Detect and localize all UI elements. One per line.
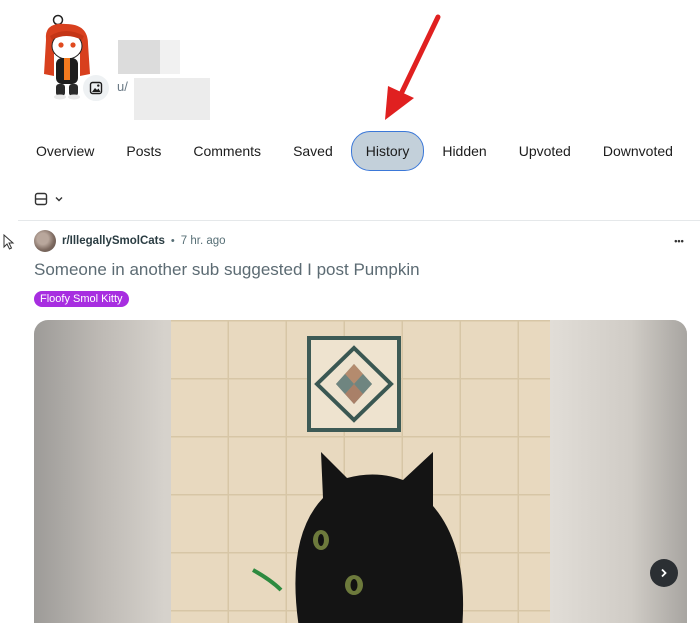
redacted-display-name-edge bbox=[160, 40, 180, 74]
tab-downvoted[interactable]: Downvoted bbox=[587, 132, 689, 170]
view-toggle[interactable] bbox=[34, 188, 64, 210]
feed-divider bbox=[18, 220, 700, 221]
tab-hidden[interactable]: Hidden bbox=[426, 132, 502, 170]
profile-page: u/ Overview Posts Comments Saved History… bbox=[0, 0, 700, 623]
post-flair[interactable]: Floofy Smol Kitty bbox=[34, 291, 129, 307]
post-time: 7 hr. ago bbox=[180, 235, 226, 247]
post-meta: r/IllegallySmolCats • 7 hr. ago bbox=[34, 229, 226, 253]
card-view-icon bbox=[34, 192, 48, 206]
chevron-right-icon bbox=[661, 568, 667, 578]
next-image-button[interactable] bbox=[650, 559, 678, 587]
ellipsis-icon: ••• bbox=[674, 236, 684, 246]
cat-photo bbox=[171, 320, 550, 623]
tab-posts[interactable]: Posts bbox=[110, 132, 177, 170]
more-options-button[interactable]: ••• bbox=[668, 232, 690, 250]
redacted-username bbox=[134, 78, 210, 120]
tab-history[interactable]: History bbox=[350, 131, 425, 171]
redacted-display-name bbox=[118, 40, 160, 74]
username-prefix: u/ bbox=[117, 79, 128, 94]
post-media[interactable] bbox=[34, 320, 687, 623]
tab-saved[interactable]: Saved bbox=[277, 132, 349, 170]
tab-overview[interactable]: Overview bbox=[20, 132, 110, 170]
tab-comments[interactable]: Comments bbox=[177, 132, 277, 170]
mouse-cursor-icon bbox=[3, 234, 15, 250]
profile-tabs: Overview Posts Comments Saved History Hi… bbox=[20, 131, 689, 171]
avatar-edit-button[interactable] bbox=[82, 74, 110, 102]
post-title[interactable]: Someone in another sub suggested I post … bbox=[34, 260, 420, 280]
meta-separator: • bbox=[170, 235, 175, 247]
subreddit-avatar[interactable] bbox=[34, 230, 56, 252]
subreddit-link[interactable]: r/IllegallySmolCats bbox=[62, 235, 165, 247]
image-edit-icon bbox=[89, 81, 103, 95]
tab-upvoted[interactable]: Upvoted bbox=[503, 132, 587, 170]
chevron-down-icon bbox=[55, 197, 63, 202]
